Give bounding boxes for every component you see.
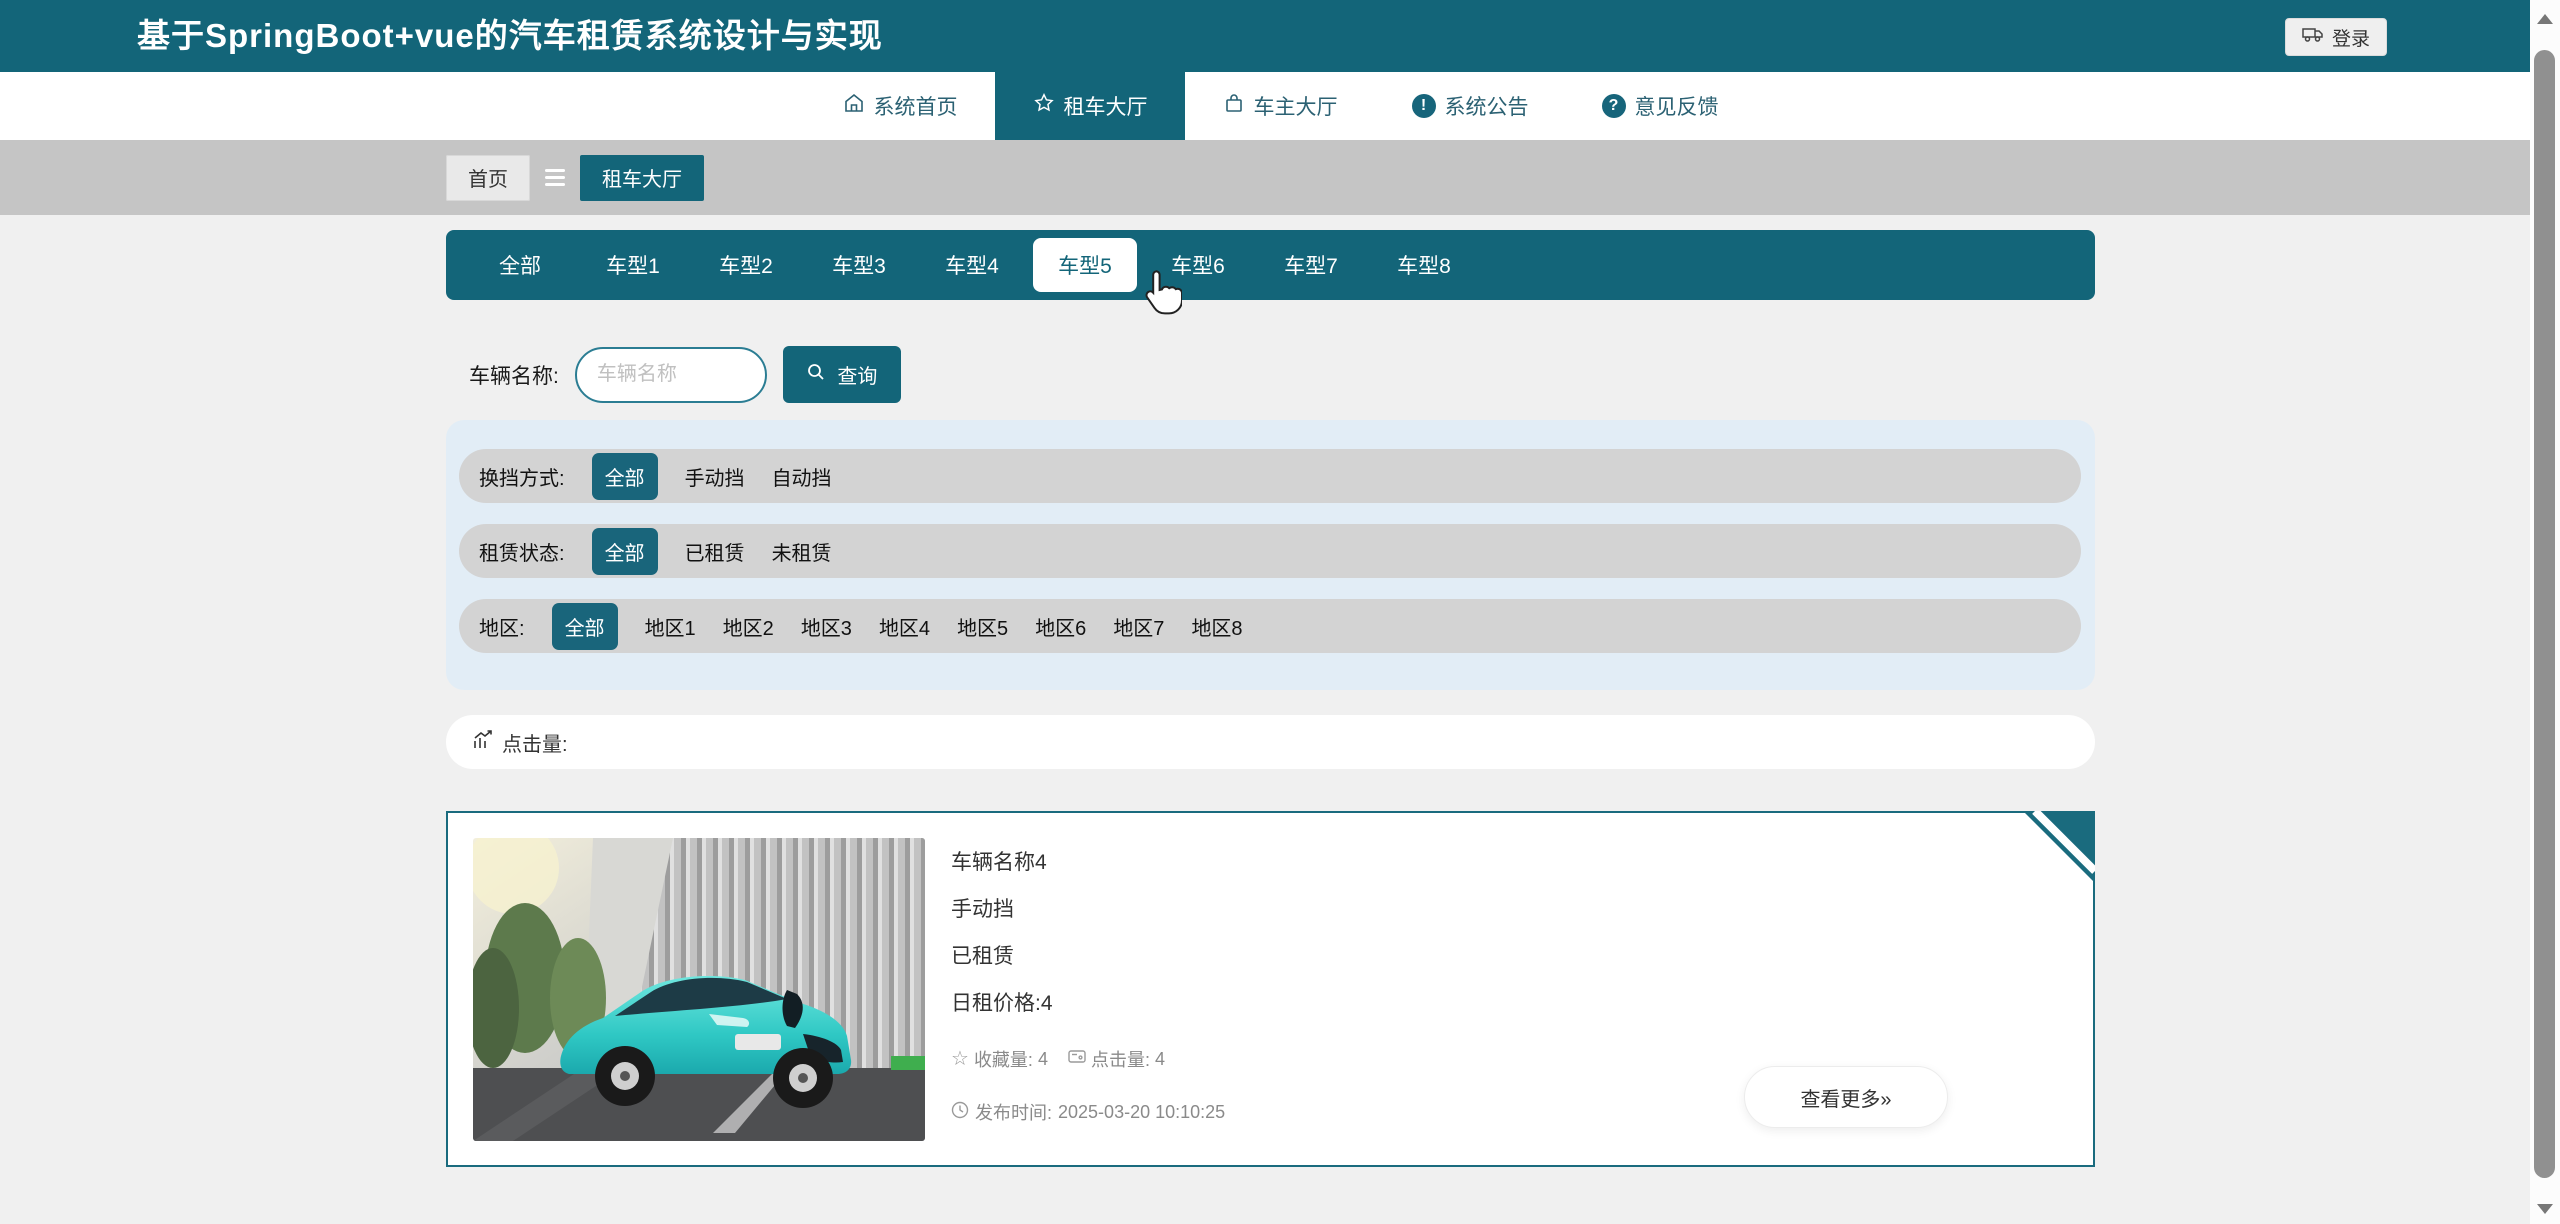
nav-label: 租车大厅 (1064, 91, 1148, 121)
filter-option[interactable]: 地区3 (801, 612, 852, 641)
filter-status: 租赁状态: 全部 已租赁 未租赁 (459, 524, 2081, 578)
filter-gear: 换挡方式: 全部 手动挡 自动挡 (459, 449, 2081, 503)
filter-region: 地区: 全部 地区1 地区2 地区3 地区4 地区5 地区6 地区7 地区8 (459, 599, 2081, 653)
breadcrumb-current: 租车大厅 (580, 155, 704, 201)
car-name: 车辆名称4 (951, 852, 1225, 873)
publish-time: 发布时间: 2025-03-20 10:10:25 (951, 1099, 1225, 1125)
search-label: 车辆名称: (469, 360, 559, 390)
scrollbar-thumb[interactable] (2534, 50, 2555, 1178)
nav-label: 系统公告 (1445, 91, 1529, 121)
tab-type6[interactable]: 车型6 (1146, 238, 1250, 292)
car-price: 日租价格:4 (951, 993, 1225, 1014)
filter-option[interactable]: 地区1 (645, 612, 696, 641)
breadcrumb: 首页 租车大厅 (0, 140, 2560, 215)
filter-option[interactable]: 地区4 (879, 612, 930, 641)
publish-time-label: 发布时间: (975, 1099, 1052, 1125)
app-title: 基于SpringBoot+vue的汽车租赁系统设计与实现 (137, 0, 883, 72)
view-more-button[interactable]: 查看更多» (1744, 1066, 1948, 1128)
category-tabs: 全部 车型1 车型2 车型3 车型4 车型5 车型6 车型7 车型8 (446, 230, 2095, 300)
clock-icon (951, 1101, 969, 1124)
filter-label: 地区: (479, 612, 525, 641)
home-icon (843, 92, 865, 120)
breadcrumb-home[interactable]: 首页 (446, 155, 530, 201)
favorites-stat: ☆ 收藏量: 4 (951, 1046, 1048, 1072)
car-info: 车辆名称4 手动挡 已租赁 日租价格:4 ☆ 收藏量: 4 (951, 838, 1225, 1140)
filter-option[interactable]: 地区7 (1113, 612, 1164, 641)
clicks-label: 点击量: (1091, 1046, 1150, 1072)
clicks-stat: 点击量: 4 (1068, 1046, 1165, 1072)
search-icon (806, 362, 826, 388)
search-button-label: 查询 (837, 360, 877, 389)
favorites-value: 4 (1038, 1049, 1048, 1070)
publish-time-value: 2025-03-20 10:10:25 (1058, 1102, 1225, 1123)
tab-type3[interactable]: 车型3 (807, 238, 911, 292)
clicks-sort-label: 点击量: (502, 728, 568, 757)
monitor-icon (1068, 1049, 1086, 1070)
filter-option[interactable]: 手动挡 (685, 462, 745, 491)
tab-all[interactable]: 全部 (468, 238, 572, 292)
filter-option[interactable]: 未租赁 (772, 537, 832, 566)
car-status: 已租赁 (951, 946, 1225, 967)
star-outline-icon: ☆ (951, 1049, 969, 1069)
filter-option[interactable]: 地区2 (723, 612, 774, 641)
car-stats: ☆ 收藏量: 4 点击量: 4 (951, 1046, 1225, 1072)
nav-label: 车主大厅 (1254, 91, 1338, 121)
search-row: 车辆名称: 查询 (446, 346, 2095, 403)
login-button[interactable]: 登录 (2285, 18, 2387, 56)
nav-item-home[interactable]: 系统首页 (805, 72, 995, 140)
filter-option[interactable]: 全部 (592, 453, 658, 500)
nav-item-feedback[interactable]: ? 意见反馈 (1565, 72, 1755, 140)
favorites-label: 收藏量: (974, 1046, 1033, 1072)
search-input[interactable] (575, 347, 767, 403)
login-label: 登录 (2332, 24, 2370, 51)
truck-icon (2302, 25, 2324, 49)
car-gear: 手动挡 (951, 899, 1225, 920)
nav-item-announcements[interactable]: ! 系统公告 (1375, 72, 1565, 140)
nav-item-rental-hall[interactable]: 租车大厅 (995, 72, 1185, 140)
filter-option[interactable]: 地区6 (1035, 612, 1086, 641)
nav-label: 意见反馈 (1635, 91, 1719, 121)
filter-panel: 换挡方式: 全部 手动挡 自动挡 租赁状态: 全部 已租赁 未租赁 地区: 全部… (446, 420, 2095, 690)
filter-option[interactable]: 地区8 (1191, 612, 1242, 641)
car-card[interactable]: 车辆名称4 手动挡 已租赁 日租价格:4 ☆ 收藏量: 4 (446, 811, 2095, 1167)
tab-type5[interactable]: 车型5 (1033, 238, 1137, 292)
question-circle-icon: ? (1602, 94, 1626, 118)
scrollbar-down-arrow[interactable] (2537, 1204, 2553, 1214)
info-circle-icon: ! (1412, 94, 1436, 118)
tab-type7[interactable]: 车型7 (1259, 238, 1363, 292)
scrollbar[interactable] (2530, 0, 2560, 1224)
filter-option[interactable]: 全部 (592, 528, 658, 575)
clicks-sort-bar[interactable]: 点击量: (446, 715, 2095, 769)
filter-label: 换挡方式: (479, 462, 565, 491)
tab-type1[interactable]: 车型1 (581, 238, 685, 292)
tab-type2[interactable]: 车型2 (694, 238, 798, 292)
search-button[interactable]: 查询 (783, 346, 901, 403)
corner-ribbon (2023, 811, 2095, 883)
tab-type8[interactable]: 车型8 (1372, 238, 1476, 292)
nav-item-owner-hall[interactable]: 车主大厅 (1185, 72, 1375, 140)
filter-option[interactable]: 已租赁 (685, 537, 745, 566)
clicks-value: 4 (1155, 1049, 1165, 1070)
car-photo (473, 838, 925, 1141)
star-icon (1033, 92, 1055, 120)
page: 基于SpringBoot+vue的汽车租赁系统设计与实现 登录 系统首页 (0, 0, 2560, 1224)
main-content: 全部 车型1 车型2 车型3 车型4 车型5 车型6 车型7 车型8 车辆名称:… (446, 215, 2095, 1167)
main-nav: 系统首页 租车大厅 车主大厅 ! 系统公告 ? 意见反馈 (0, 72, 2560, 140)
app-header: 基于SpringBoot+vue的汽车租赁系统设计与实现 登录 (0, 0, 2560, 72)
filter-option[interactable]: 全部 (552, 603, 618, 650)
hamburger-icon (545, 169, 565, 186)
filter-option[interactable]: 地区5 (957, 612, 1008, 641)
nav-label: 系统首页 (874, 91, 958, 121)
tab-type4[interactable]: 车型4 (920, 238, 1024, 292)
scrollbar-up-arrow[interactable] (2537, 14, 2553, 24)
chart-icon (472, 729, 494, 756)
filter-option[interactable]: 自动挡 (772, 462, 832, 491)
bag-icon (1223, 92, 1245, 120)
filter-label: 租赁状态: (479, 537, 565, 566)
